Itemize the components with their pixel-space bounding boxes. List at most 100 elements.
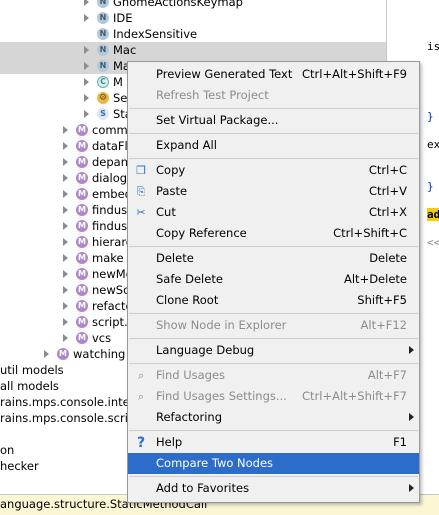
submenu-arrow-icon [409, 484, 414, 492]
tree-node-label: make [92, 251, 124, 265]
menu-separator [129, 430, 418, 431]
node-icon: N [97, 12, 109, 24]
menu-item-preview-generated-text[interactable]: Preview Generated Text Ctrl+Alt+Shift+F9 [128, 64, 419, 85]
expand-arrow-icon[interactable] [84, 14, 89, 22]
expand-arrow-icon[interactable] [63, 206, 68, 214]
menu-item-show-node-in-explorer[interactable]: Show Node in Explorer Alt+F12 [128, 315, 419, 336]
tree-node[interactable]: N GnomeActionsKeymap [0, 0, 386, 10]
copy-icon: ❐ [136, 164, 146, 177]
code-snippet: << [427, 236, 439, 249]
submenu-arrow-icon [409, 413, 414, 421]
menu-item-copy[interactable]: ❐ Copy Ctrl+C [128, 160, 419, 181]
menu-item-label: Language Debug [156, 343, 255, 357]
expand-arrow-icon[interactable] [63, 174, 68, 182]
tree-node-label: hecker [0, 459, 39, 473]
node-icon: N [97, 28, 109, 40]
menu-item-refactoring[interactable]: Refactoring [128, 407, 419, 428]
menu-item-copy-reference[interactable]: Copy Reference Ctrl+Shift+C [128, 223, 419, 244]
model-icon: M [76, 140, 88, 152]
menu-item-label: Find Usages [156, 368, 226, 382]
menu-item-language-debug[interactable]: Language Debug [128, 340, 419, 361]
model-icon: M [76, 332, 88, 344]
menu-item-help[interactable]: ? Help F1 [128, 432, 419, 453]
tree-node-label: rains.mps.console.scripts [0, 411, 146, 425]
menu-item-label: Copy [156, 163, 186, 177]
menu-item-refresh-test-project[interactable]: Refresh Test Project [128, 85, 419, 106]
menu-item-cut[interactable]: ✂ Cut Ctrl+X [128, 202, 419, 223]
code-snippet: is [427, 40, 439, 53]
expand-arrow-icon[interactable] [63, 190, 68, 198]
tree-node-label: all models [0, 379, 59, 393]
menu-item-find-usages-settings[interactable]: ⌕ Find Usages Settings... Ctrl+Alt+Shift+F… [128, 386, 419, 407]
menu-item-paste[interactable]: ⎘ Paste Ctrl+V [128, 181, 419, 202]
tree-node-label: util models [0, 363, 64, 377]
menu-item-add-to-favorites[interactable]: Add to Favorites [128, 478, 419, 499]
tree-node-label: GnomeActionsKeymap [113, 0, 243, 9]
code-snippet: ex [427, 138, 439, 151]
tree-node-label: on [0, 443, 15, 457]
node-icon: N [97, 60, 109, 72]
model-icon: M [76, 236, 88, 248]
menu-item-compare-two-nodes[interactable]: Compare Two Nodes [128, 453, 419, 474]
model-icon: M [76, 268, 88, 280]
tree-node[interactable]: N IndexSensitive [0, 26, 386, 42]
expand-arrow-icon[interactable] [63, 334, 68, 342]
menu-item-clone-root[interactable]: Clone Root Shift+F5 [128, 290, 419, 311]
menu-item-label: Safe Delete [156, 272, 223, 286]
node-icon: S [97, 108, 109, 120]
expand-arrow-icon[interactable] [63, 238, 68, 246]
menu-item-delete[interactable]: Delete Delete [128, 248, 419, 269]
cut-icon: ✂ [136, 206, 146, 219]
model-icon: M [76, 284, 88, 296]
menu-item-safe-delete[interactable]: Safe Delete Alt+Delete [128, 269, 419, 290]
tree-node[interactable]: N IDE [0, 10, 386, 26]
expand-arrow-icon[interactable] [63, 254, 68, 262]
expand-arrow-icon[interactable] [84, 110, 89, 118]
menu-item-shortcut: Alt+Delete [344, 272, 407, 286]
menu-item-set-virtual-package[interactable]: Set Virtual Package... [128, 110, 419, 131]
menu-item-label: Delete [156, 251, 194, 265]
menu-item-shortcut: Ctrl+X [369, 205, 407, 219]
search-icon: ⌕ [137, 390, 145, 403]
menu-item-label: Compare Two Nodes [156, 456, 274, 470]
menu-item-label: Expand All [156, 138, 217, 152]
expand-arrow-icon[interactable] [84, 78, 89, 86]
menu-separator [129, 476, 418, 477]
expand-arrow-icon[interactable] [63, 158, 68, 166]
menu-item-shortcut: Ctrl+Alt+Shift+F7 [301, 389, 407, 403]
class-icon: C [97, 76, 109, 88]
model-icon: M [76, 204, 88, 216]
menu-item-label: Paste [156, 184, 188, 198]
expand-arrow-icon[interactable] [63, 142, 68, 150]
menu-item-shortcut: Alt+F7 [367, 368, 407, 382]
expand-arrow-icon[interactable] [63, 318, 68, 326]
menu-item-find-usages[interactable]: ⌕ Find Usages Alt+F7 [128, 365, 419, 386]
model-icon: M [76, 300, 88, 312]
model-icon: M [76, 156, 88, 168]
expand-arrow-icon[interactable] [84, 0, 89, 6]
expand-arrow-icon[interactable] [84, 46, 89, 54]
submenu-arrow-icon [409, 346, 414, 354]
context-menu: Preview Generated Text Ctrl+Alt+Shift+F9 R… [127, 61, 420, 503]
expand-arrow-icon[interactable] [63, 302, 68, 310]
menu-item-shortcut: Ctrl+V [369, 184, 407, 198]
menu-item-shortcut: F1 [393, 435, 407, 449]
tree-node[interactable]: N Mac [0, 42, 386, 58]
menu-item-label: Show Node in Explorer [156, 318, 287, 332]
model-icon: M [76, 220, 88, 232]
expand-arrow-icon[interactable] [84, 94, 89, 102]
menu-separator [129, 313, 418, 314]
expand-arrow-icon[interactable] [63, 222, 68, 230]
expand-arrow-icon[interactable] [84, 62, 89, 70]
gear-icon: ⚙ [97, 92, 109, 104]
expand-arrow-icon[interactable] [63, 126, 68, 134]
expand-arrow-icon[interactable] [44, 350, 49, 358]
tree-node-label: M [113, 75, 123, 89]
model-icon: M [57, 348, 69, 360]
menu-item-shortcut: Alt+F12 [360, 318, 407, 332]
code-snippet: } [427, 110, 434, 123]
menu-item-expand-all[interactable]: Expand All [128, 135, 419, 156]
expand-arrow-icon[interactable] [63, 270, 68, 278]
model-icon: M [76, 252, 88, 264]
expand-arrow-icon[interactable] [63, 286, 68, 294]
